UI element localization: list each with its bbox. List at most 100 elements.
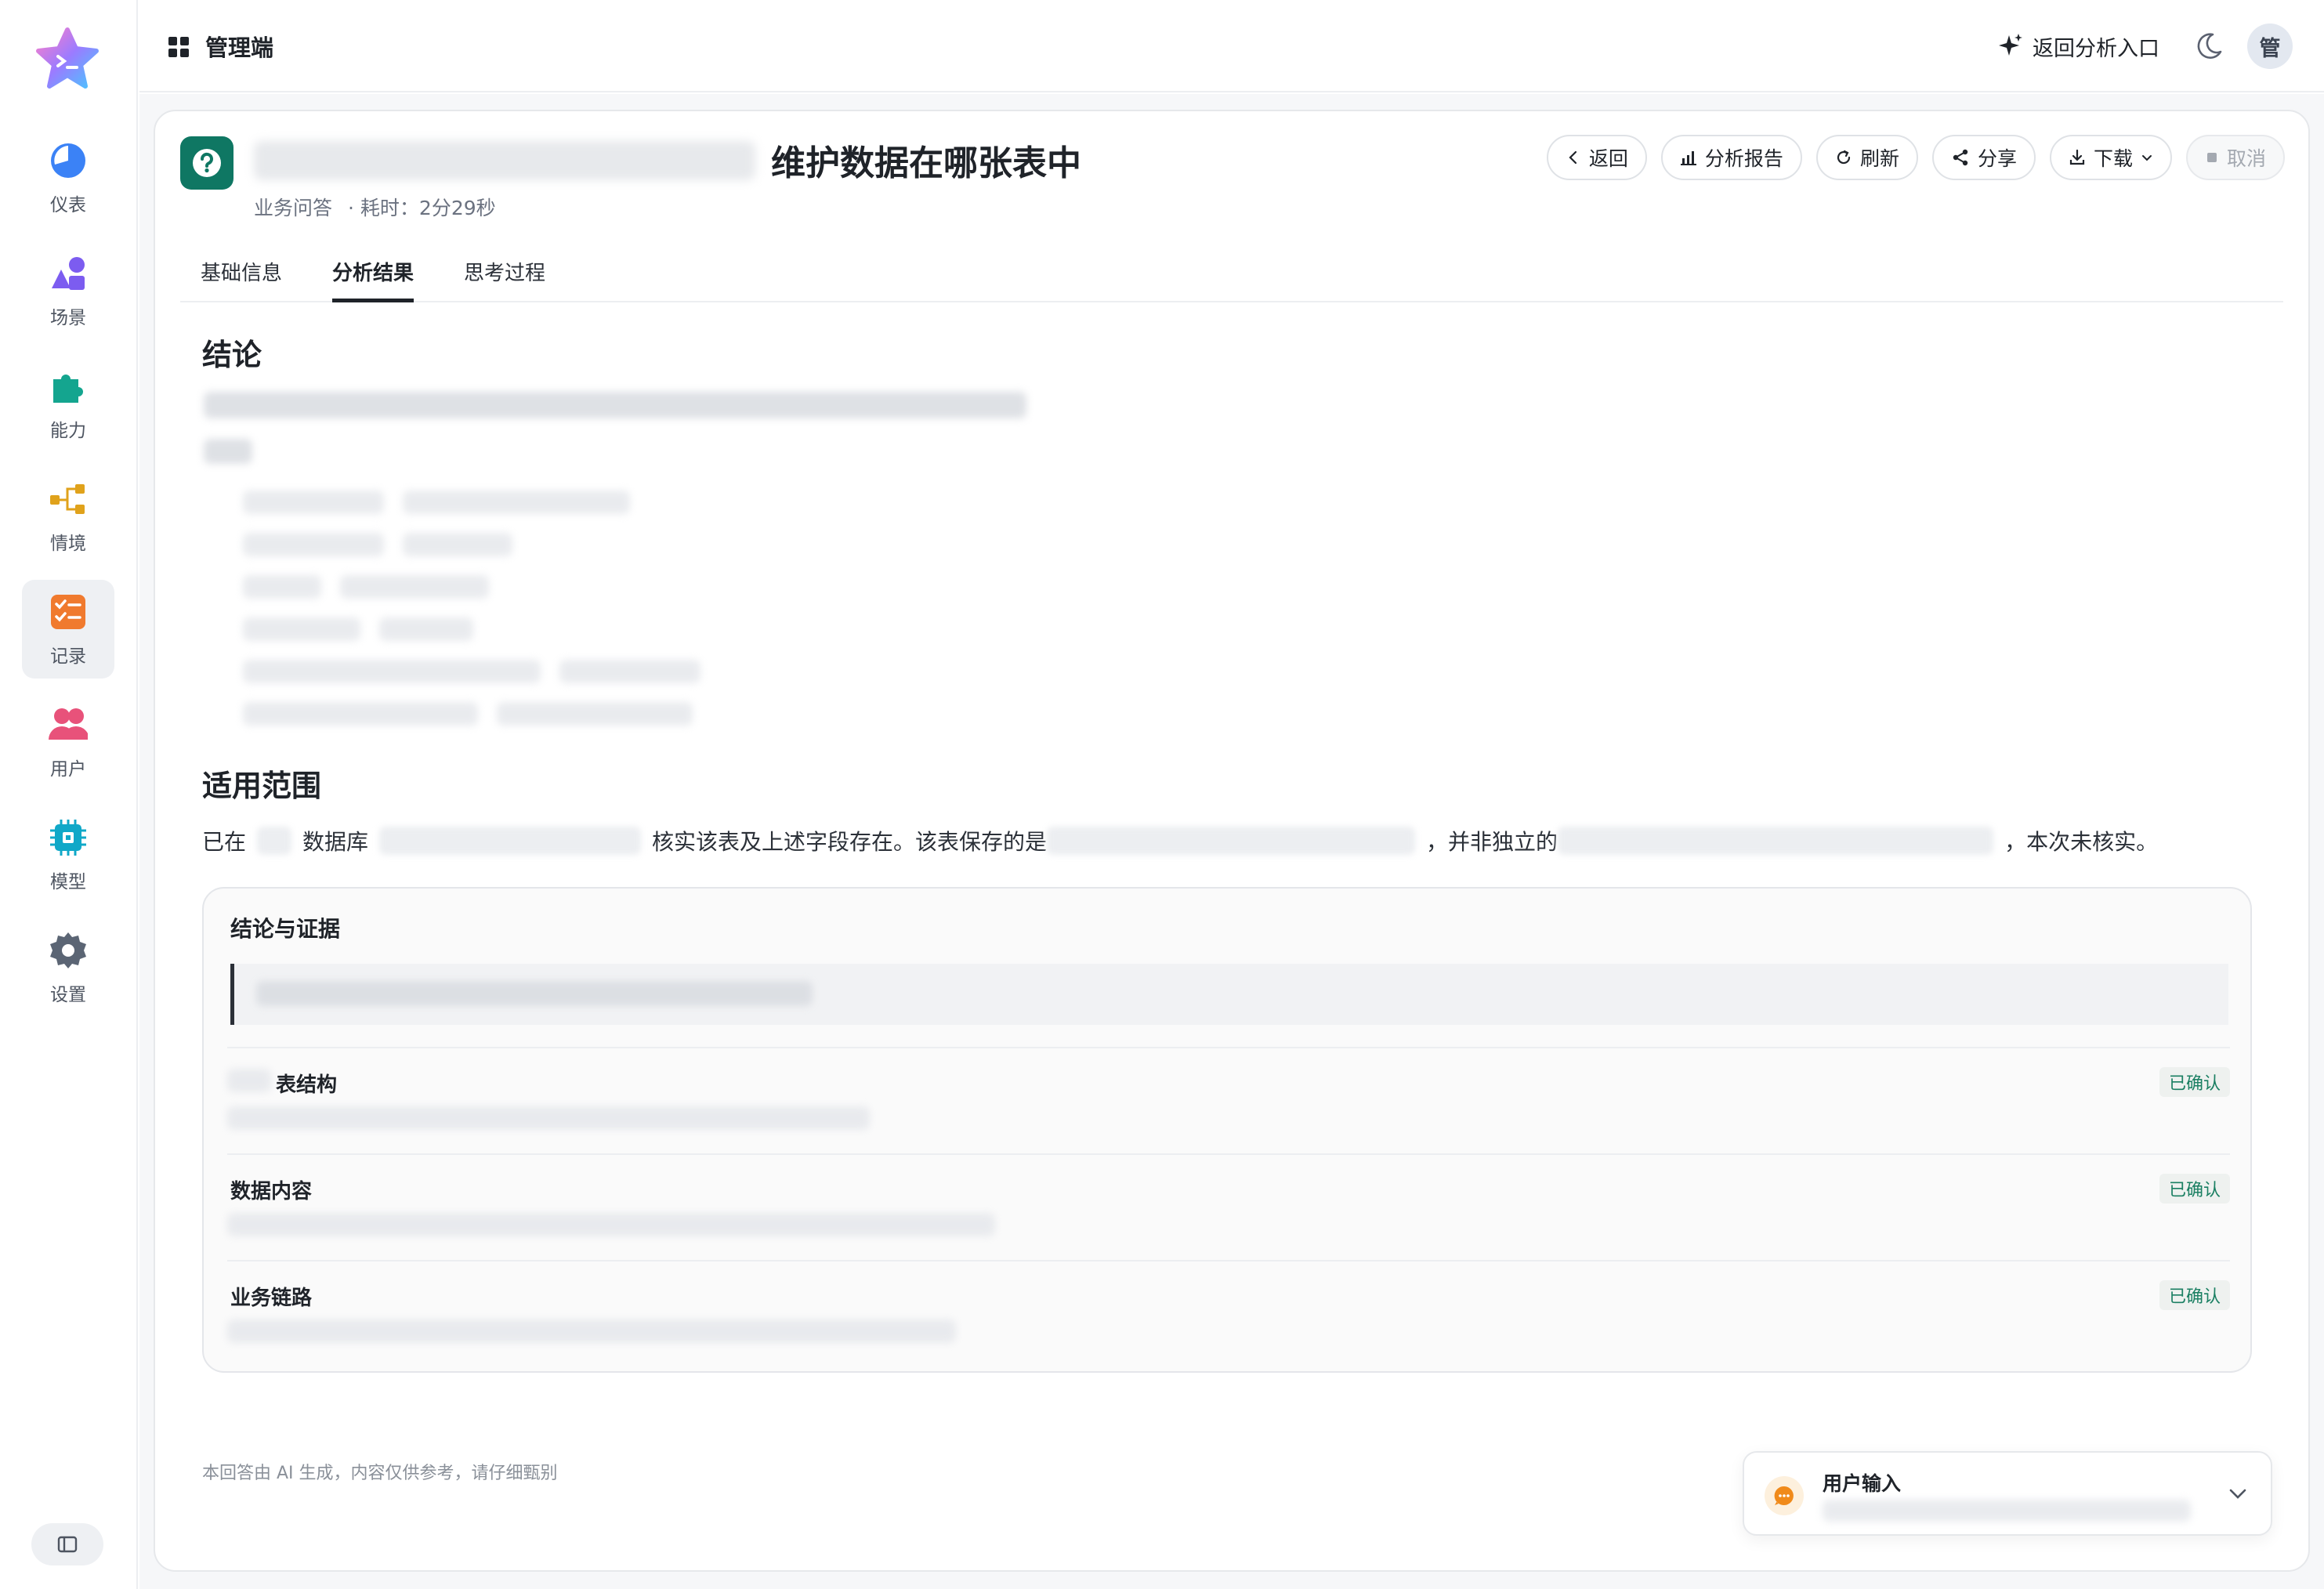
conclusion-text-redacted: [204, 392, 1026, 418]
question-mark-icon: [193, 149, 221, 177]
message-dots-icon: [1774, 1486, 1794, 1505]
field-desc-redacted: [497, 702, 693, 726]
evidence-detail-redacted: [227, 1106, 870, 1130]
sidebar-item-dashboard[interactable]: 仪表: [22, 128, 114, 227]
scope-text-part: 数据库: [302, 829, 369, 855]
app-grid-icon[interactable]: [168, 36, 190, 58]
user-input-panel[interactable]: 用户输入: [1743, 1451, 2272, 1536]
evidence-row-label: 业务链路: [230, 1287, 313, 1310]
evidence-detail-redacted: [227, 1319, 956, 1343]
chevron-left-icon: [1569, 150, 1577, 165]
dashboard-pie-icon: [51, 143, 85, 178]
checklist-icon: [51, 595, 85, 629]
ai-disclaimer: 本回答由 AI 生成，内容仅供参考，请仔细甄别: [202, 1464, 558, 1483]
field-desc-redacted: [403, 490, 630, 514]
redacted-text: [1047, 827, 1416, 855]
sidebar-item-label: 设置: [50, 985, 86, 1005]
flow-nodes-icon: [50, 484, 85, 514]
redacted-text: [257, 827, 292, 855]
share-icon: [1953, 149, 1968, 166]
cancel-button[interactable]: 取消: [2185, 135, 2285, 180]
top-header: 管理端 返回分析入口 管: [139, 0, 2324, 92]
analysis-report-label: 分析报告: [1704, 147, 1783, 170]
field-name-redacted: [243, 533, 384, 556]
scope-text-part: 已在: [202, 829, 247, 855]
evidence-detail-redacted: [227, 1213, 995, 1236]
sidebar-item-scenes[interactable]: 场景: [22, 241, 114, 340]
scope-text: 已在 数据库 核实该表及上述字段存在。该表保存的是 ，并非独立的 ，本次未核实。: [202, 823, 2158, 859]
sidebar-collapse-button[interactable]: [31, 1523, 103, 1565]
sidebar-item-label: 情境: [50, 534, 86, 554]
share-button[interactable]: 分享: [1931, 135, 2036, 180]
tab-analysis-result[interactable]: 分析结果: [332, 257, 414, 302]
evidence-row-business-chain: 业务链路 已确认: [227, 1260, 2230, 1366]
elapsed-time: · 耗时：2分29秒: [348, 197, 496, 219]
sidebar-item-label: 仪表: [50, 195, 86, 215]
status-badge: 已确认: [2159, 1280, 2230, 1310]
status-badge: 已确认: [2159, 1174, 2230, 1204]
sidebar-item-records[interactable]: 记录: [22, 580, 114, 679]
shapes-icon: [52, 257, 85, 290]
status-badge: 已确认: [2159, 1067, 2230, 1097]
return-to-analysis-link[interactable]: 返回分析入口: [1996, 28, 2159, 64]
tab-thinking-process[interactable]: 思考过程: [464, 257, 545, 302]
sidebar-item-label: 场景: [50, 308, 86, 328]
result-tabs: 基础信息 分析结果 思考过程: [180, 257, 2283, 302]
evidence-row-label: 数据内容: [230, 1180, 313, 1204]
app-title: 管理端: [205, 34, 274, 61]
field-name-redacted: [243, 575, 321, 599]
refresh-icon: [1837, 150, 1851, 165]
cancel-label: 取消: [2226, 147, 2266, 170]
puzzle-icon: [53, 375, 83, 403]
download-button[interactable]: 下载: [2049, 135, 2172, 180]
sidebar-item-context[interactable]: 情境: [22, 467, 114, 566]
evidence-row-data-content: 数据内容 已确认: [227, 1153, 2230, 1260]
scope-text-part: ，本次未核实。: [2004, 829, 2159, 855]
sidebar-item-models[interactable]: 模型: [22, 805, 114, 904]
evidence-quote: [230, 964, 2228, 1025]
refresh-button[interactable]: 刷新: [1815, 135, 1918, 180]
bar-chart-icon: [1680, 151, 1696, 165]
action-toolbar: 返回 分析报告 刷新 分享 下载 取消: [1546, 135, 2285, 180]
sidebar-item-label: 用户: [50, 759, 86, 780]
sidebar-item-users[interactable]: 用户: [22, 693, 114, 791]
field-name-redacted: [243, 702, 478, 726]
back-label: 返回: [1588, 147, 1628, 170]
record-detail-card: 维护数据在哪张表中 业务问答 · 耗时：2分29秒 返回 分析报告 刷新 分享 下…: [154, 110, 2310, 1572]
scope-text-part: 核实该表及上述字段存在。该表保存的是: [652, 829, 1048, 855]
moon-icon[interactable]: [2194, 31, 2224, 61]
sidebar-panel-icon: [57, 1536, 78, 1553]
redacted-text: [227, 1069, 271, 1092]
return-to-analysis-label: 返回分析入口: [2033, 36, 2159, 61]
question-type: 业务问答: [254, 197, 333, 219]
redacted-text: [1558, 827, 1994, 855]
conclusion-text-redacted: [204, 439, 252, 464]
scope-text-part: ，并非独立的: [1426, 829, 1558, 855]
evidence-panel: 结论与证据 表结构 已确认 数据内容 已确认 业务链路 已确认: [202, 887, 2252, 1373]
question-title: 维护数据在哪张表中: [771, 143, 1081, 183]
tab-basic-info[interactable]: 基础信息: [201, 257, 282, 302]
question-type-icon: [180, 136, 233, 190]
refresh-label: 刷新: [1859, 147, 1899, 170]
field-desc-redacted: [340, 575, 489, 599]
users-icon: [49, 708, 88, 740]
sidebar-item-settings[interactable]: 设置: [22, 918, 114, 1017]
analysis-report-button[interactable]: 分析报告: [1660, 135, 1802, 180]
stop-icon: [2206, 153, 2217, 162]
user-input-text-redacted: [1823, 1500, 2191, 1522]
conclusion-heading: 结论: [202, 338, 262, 372]
field-desc-redacted: [559, 660, 700, 683]
download-label: 下载: [2093, 147, 2133, 170]
chat-bubble-icon: [1765, 1476, 1804, 1515]
chevron-down-icon[interactable]: [2225, 1481, 2250, 1506]
field-name-redacted: [243, 617, 360, 641]
back-button[interactable]: 返回: [1546, 135, 1647, 180]
sidebar-item-capabilities[interactable]: 能力: [22, 354, 114, 453]
sidebar-item-label: 能力: [50, 421, 86, 441]
field-name-redacted: [243, 490, 384, 514]
avatar[interactable]: 管: [2247, 24, 2293, 69]
download-icon: [2069, 149, 2085, 165]
evidence-row-table-structure: 表结构 已确认: [227, 1047, 2230, 1153]
sparkle-icon: [1999, 34, 2022, 56]
app-logo[interactable]: [34, 27, 100, 92]
